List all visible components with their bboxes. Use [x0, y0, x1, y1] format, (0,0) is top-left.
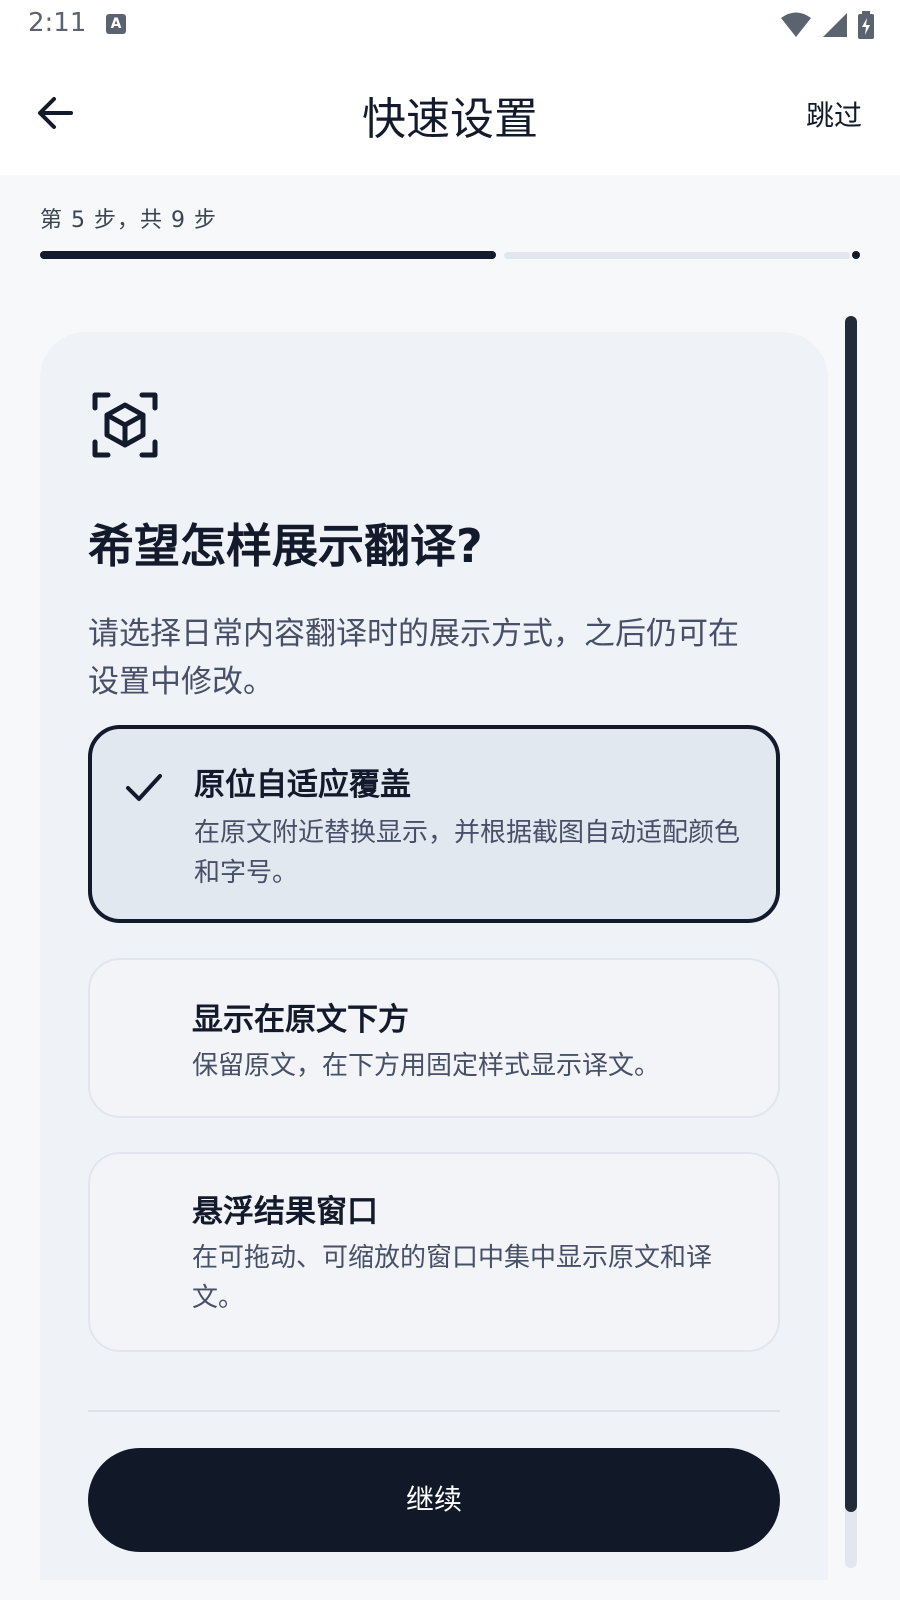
status-bar: 2:11 A — [0, 0, 900, 50]
status-time: 2:11 — [28, 8, 87, 38]
status-icons — [780, 10, 874, 40]
option-description: 在可拖动、可缩放的窗口中集中显示原文和译文。 — [192, 1243, 713, 1313]
signal-icon — [823, 13, 847, 37]
progress-end-dot — [852, 251, 860, 259]
option-title: 悬浮结果窗口 — [192, 1194, 378, 1230]
option-title: 原位自适应覆盖 — [194, 767, 411, 803]
skip-button[interactable]: 跳过 — [806, 94, 862, 134]
card-title: 希望怎样展示翻译? — [88, 519, 483, 573]
a-icon: A — [106, 14, 126, 34]
option-inplace-overlay[interactable]: 原位自适应覆盖 在原文附近替换显示，并根据截图自动适配颜色和字号。 — [88, 725, 780, 923]
check-icon — [126, 774, 162, 801]
option-title: 显示在原文下方 — [192, 1002, 409, 1038]
battery-charging-icon — [858, 11, 874, 39]
scrollbar[interactable] — [845, 316, 857, 1568]
progress-bar — [40, 251, 860, 259]
page-title: 快速设置 — [362, 94, 538, 145]
cube-scan-icon — [92, 392, 158, 458]
option-floating-window[interactable]: 悬浮结果窗口 在可拖动、可缩放的窗口中集中显示原文和译文。 — [88, 1152, 780, 1352]
app-bar: 快速设置 跳过 — [0, 50, 900, 175]
wifi-icon — [781, 12, 811, 37]
step-indicator: 第 5 步，共 9 步 — [40, 208, 217, 233]
scrollbar-thumb[interactable] — [845, 316, 857, 1512]
setup-card: 希望怎样展示翻译? 请选择日常内容翻译时的展示方式，之后仍可在设置中修改。 原位… — [40, 332, 828, 1580]
option-description: 保留原文，在下方用固定样式显示译文。 — [192, 1051, 661, 1081]
divider — [88, 1410, 780, 1412]
progress-remaining — [504, 252, 850, 259]
option-description: 在原文附近替换显示，并根据截图自动适配颜色和字号。 — [194, 818, 741, 888]
option-below-original[interactable]: 显示在原文下方 保留原文，在下方用固定样式显示译文。 — [88, 958, 780, 1118]
card-description: 请选择日常内容翻译时的展示方式，之后仍可在设置中修改。 — [88, 616, 739, 700]
progress-fill — [40, 251, 496, 259]
continue-button[interactable]: 继续 — [88, 1448, 780, 1552]
